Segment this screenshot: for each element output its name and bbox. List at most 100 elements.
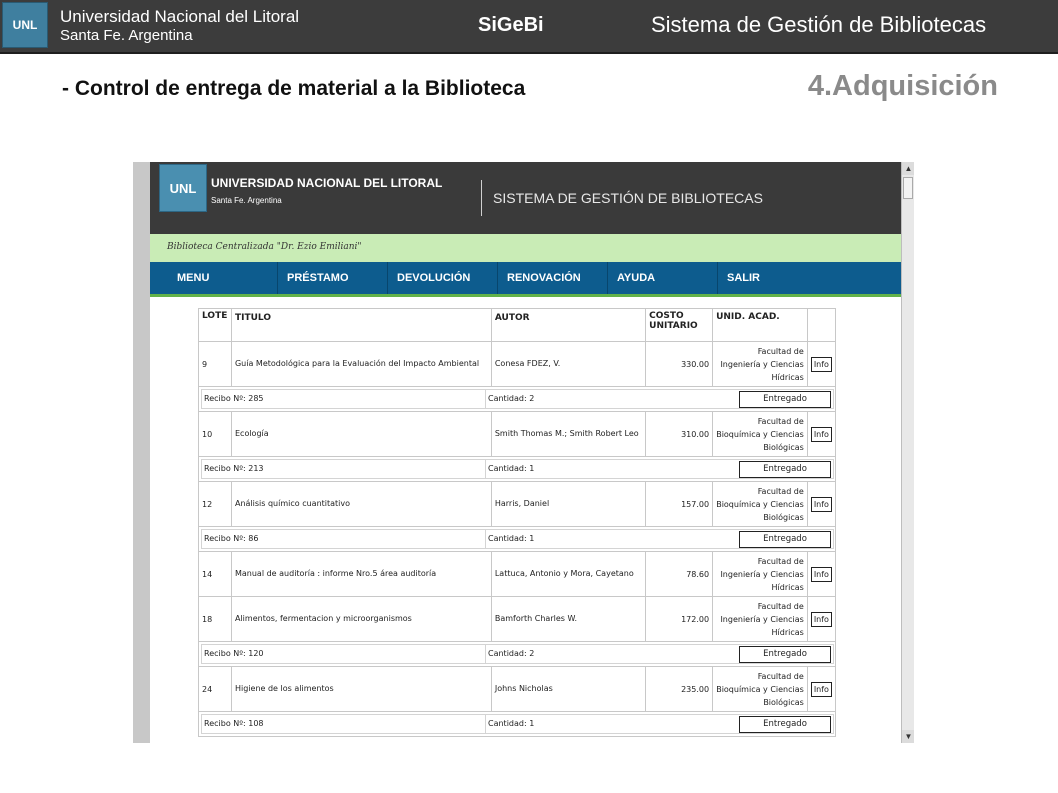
cell-unidad: Facultad de Ingeniería y Ciencias Hídric… xyxy=(712,341,808,387)
table-row: 18 Alimentos, fermentacion y microorgani… xyxy=(198,596,837,642)
entregado-button[interactable]: Entregado xyxy=(739,646,831,663)
cell-costo: 157.00 xyxy=(645,481,714,527)
entregado-button[interactable]: Entregado xyxy=(739,531,831,548)
cell-autor: Johns Nicholas xyxy=(490,666,647,712)
main-nav: MENU PRÉSTAMO DEVOLUCIÓN RENOVACIÓN AYUD… xyxy=(150,262,901,297)
cell-costo: 235.00 xyxy=(645,666,714,712)
receipt-cell: Recibo Nº: 108 Cantidad: 1 Entregado xyxy=(198,711,836,737)
cell-info: Info xyxy=(806,596,837,642)
vertical-scrollbar[interactable]: ▲ ▼ xyxy=(901,162,914,743)
nav-renovacion[interactable]: RENOVACIÓN xyxy=(507,262,581,294)
receipt-row: Recibo Nº: 108 Cantidad: 1 Entregado xyxy=(198,711,836,737)
app-name: SiGeBi xyxy=(478,14,544,36)
receipt-row: Recibo Nº: 285 Cantidad: 2 Entregado xyxy=(198,386,836,412)
receipt-row: Recibo Nº: 213 Cantidad: 1 Entregado xyxy=(198,456,836,482)
receipt-number: Recibo Nº: 86 xyxy=(204,534,259,543)
cell-info: Info xyxy=(806,411,837,457)
cell-titulo: Ecología xyxy=(230,411,492,457)
cell-lote: 24 xyxy=(198,666,232,712)
cell-costo: 172.00 xyxy=(645,596,714,642)
receipt-quantity: Cantidad: 2 xyxy=(488,394,535,403)
table-row: 24 Higiene de los alimentos Johns Nichol… xyxy=(198,666,837,712)
nav-ayuda[interactable]: AYUDA xyxy=(617,262,655,294)
receipt-box: Recibo Nº: 213 Cantidad: 1 Entregado xyxy=(201,459,834,479)
nav-devolucion[interactable]: DEVOLUCIÓN xyxy=(397,262,470,294)
cell-unidad: Facultad de Bioquímica y Ciencias Biológ… xyxy=(712,411,808,457)
cell-info: Info xyxy=(806,666,837,712)
header-costo: COSTO UNITARIO xyxy=(645,308,714,342)
info-button[interactable]: Info xyxy=(810,681,832,697)
header-empty xyxy=(806,308,837,342)
cell-costo: 78.60 xyxy=(645,551,714,597)
unl-logo: UNL xyxy=(2,2,48,48)
entregado-button[interactable]: Entregado xyxy=(739,461,831,478)
scroll-down-icon[interactable]: ▼ xyxy=(902,730,914,743)
section-title: 4.Adquisición xyxy=(807,70,998,102)
nav-salir[interactable]: SALIR xyxy=(727,262,760,294)
entregado-button[interactable]: Entregado xyxy=(739,716,831,733)
screenshot-frame: UNL UNIVERSIDAD NACIONAL DEL LITORAL San… xyxy=(133,162,914,743)
scroll-thumb[interactable] xyxy=(903,177,913,199)
header-titulo: TITULO xyxy=(230,308,492,342)
nav-menu[interactable]: MENU xyxy=(177,262,209,294)
receipt-cell: Recibo Nº: 285 Cantidad: 2 Entregado xyxy=(198,386,836,412)
table-header-row: LOTE TITULO AUTOR COSTO UNITARIO UNID. A… xyxy=(198,308,837,342)
info-button[interactable]: Info xyxy=(810,356,832,372)
nav-separator xyxy=(387,262,388,294)
cell-lote: 10 xyxy=(198,411,232,457)
cell-titulo: Higiene de los alimentos xyxy=(230,666,492,712)
slide-header: UNL Universidad Nacional del Litoral San… xyxy=(0,0,1058,54)
nav-separator xyxy=(277,262,278,294)
receipt-number: Recibo Nº: 285 xyxy=(204,394,264,403)
library-bar: Biblioteca Centralizada "Dr. Ezio Emilia… xyxy=(150,234,901,262)
cell-titulo: Guía Metodológica para la Evaluación del… xyxy=(230,341,492,387)
library-name: Biblioteca Centralizada "Dr. Ezio Emilia… xyxy=(167,242,362,252)
cell-titulo: Análisis químico cuantitativo xyxy=(230,481,492,527)
cell-unidad: Facultad de Bioquímica y Ciencias Biológ… xyxy=(712,481,808,527)
cell-unidad: Facultad de Ingeniería y Ciencias Hídric… xyxy=(712,551,808,597)
receipt-box: Recibo Nº: 285 Cantidad: 2 Entregado xyxy=(201,389,834,409)
receipt-quantity: Cantidad: 1 xyxy=(488,719,535,728)
site-system-name: SISTEMA DE GESTIÓN DE BIBLIOTECAS xyxy=(493,190,763,206)
receipt-box: Recibo Nº: 120 Cantidad: 2 Entregado xyxy=(201,644,834,664)
system-name: Sistema de Gestión de Bibliotecas xyxy=(651,12,987,37)
receipt-box: Recibo Nº: 86 Cantidad: 1 Entregado xyxy=(201,529,834,549)
site-logo: UNL xyxy=(159,164,207,212)
header-unidad: UNID. ACAD. xyxy=(712,308,808,342)
university-city: Santa Fe. Argentina xyxy=(60,27,193,44)
site-city: Santa Fe. Argentina xyxy=(211,196,282,205)
header-lote: LOTE xyxy=(198,308,232,342)
page-title: - Control de entrega de material a la Bi… xyxy=(62,77,526,100)
info-button[interactable]: Info xyxy=(810,426,832,442)
table-row: 10 Ecología Smith Thomas M.; Smith Rober… xyxy=(198,411,837,457)
cell-autor: Conesa FDEZ, V. xyxy=(490,341,647,387)
cell-info: Info xyxy=(806,481,837,527)
receipt-quantity: Cantidad: 2 xyxy=(488,649,535,658)
scroll-up-icon[interactable]: ▲ xyxy=(902,162,914,175)
receipt-number: Recibo Nº: 213 xyxy=(204,464,264,473)
receipt-divider xyxy=(485,644,486,664)
receipt-row: Recibo Nº: 86 Cantidad: 1 Entregado xyxy=(198,526,836,552)
receipt-number: Recibo Nº: 120 xyxy=(204,649,264,658)
cell-lote: 18 xyxy=(198,596,232,642)
table-row: 14 Manual de auditoría : informe Nro.5 á… xyxy=(198,551,837,597)
info-button[interactable]: Info xyxy=(810,566,832,582)
nav-prestamo[interactable]: PRÉSTAMO xyxy=(287,262,349,294)
receipt-divider xyxy=(485,389,486,409)
info-button[interactable]: Info xyxy=(810,496,832,512)
cell-autor: Lattuca, Antonio y Mora, Cayetano xyxy=(490,551,647,597)
header-divider xyxy=(481,180,482,216)
nav-separator xyxy=(497,262,498,294)
receipt-box: Recibo Nº: 108 Cantidad: 1 Entregado xyxy=(201,714,834,734)
receipt-divider xyxy=(485,459,486,479)
receipt-cell: Recibo Nº: 213 Cantidad: 1 Entregado xyxy=(198,456,836,482)
cell-lote: 9 xyxy=(198,341,232,387)
frame-margin xyxy=(133,162,150,743)
receipt-number: Recibo Nº: 108 xyxy=(204,719,264,728)
receipt-cell: Recibo Nº: 86 Cantidad: 1 Entregado xyxy=(198,526,836,552)
web-page: UNL UNIVERSIDAD NACIONAL DEL LITORAL San… xyxy=(150,162,901,743)
cell-autor: Smith Thomas M.; Smith Robert Leo xyxy=(490,411,647,457)
table-row: 12 Análisis químico cuantitativo Harris,… xyxy=(198,481,837,527)
entregado-button[interactable]: Entregado xyxy=(739,391,831,408)
info-button[interactable]: Info xyxy=(810,611,832,627)
